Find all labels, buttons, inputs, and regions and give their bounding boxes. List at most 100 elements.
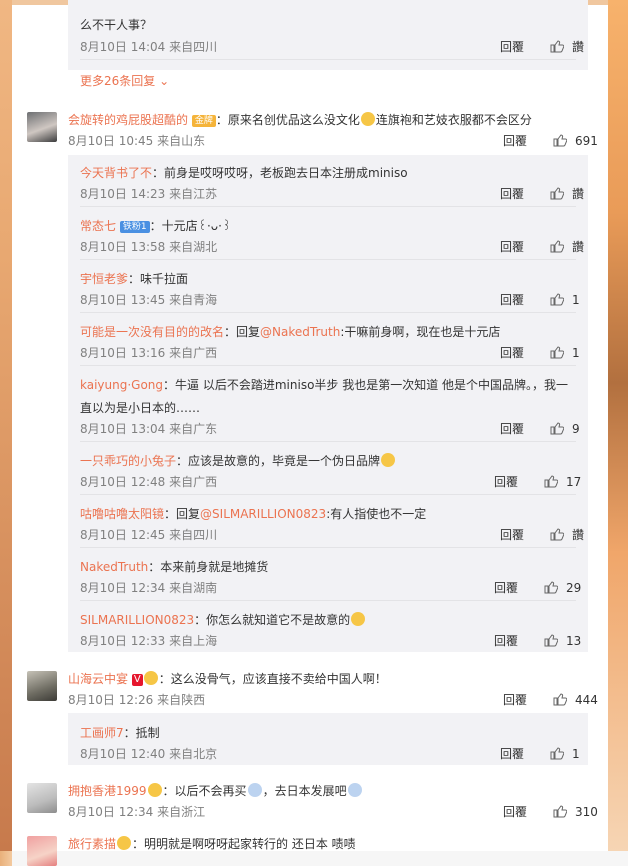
reply-item: 工画师7：抵制 [80, 724, 160, 741]
reply-actions: 回覆 29 [494, 579, 581, 596]
like-count[interactable]: 444 [575, 693, 598, 707]
reply-item: SILMARILLION0823：你怎么就知道它不是故意的 [80, 611, 366, 628]
member-icon [117, 836, 132, 850]
mention-link[interactable]: @NakedTruth [260, 325, 340, 339]
thumbs-up-icon[interactable] [553, 805, 567, 818]
like-count[interactable]: 1 [572, 293, 580, 307]
like-count[interactable]: 1 [572, 747, 580, 761]
reply-button[interactable]: 回覆 [500, 420, 544, 437]
reply-item: 宇恒老爹：味千拉面 [80, 270, 188, 287]
reply-body: ：回复 [224, 325, 261, 339]
laughing-emoji-icon [360, 112, 375, 126]
reply-button[interactable]: 回覆 [500, 745, 544, 762]
divider [80, 494, 576, 495]
reply-author[interactable]: 咕噜咕噜太阳镜 [80, 507, 164, 521]
reply-meta: 8月10日 12:48 来自广西 [80, 475, 218, 489]
thumbs-up-icon[interactable] [553, 693, 567, 706]
fan-level-badge[interactable]: 铁粉1 [119, 221, 150, 233]
reply-author[interactable]: 常态七 [80, 219, 116, 233]
like-count[interactable]: 讚 [572, 238, 584, 255]
reply-meta: 8月10日 13:16 来自广西 [80, 346, 218, 360]
reply-button[interactable]: 回覆 [500, 344, 544, 361]
reply-author[interactable]: NakedTruth [80, 560, 148, 574]
reply-body: ：牛逼 以后不会踏进miniso半步 我也是第一次知道 他是个中国品牌。，我一 [163, 378, 569, 392]
reply-meta: 8月10日 13:58 来自湖北 [80, 240, 218, 254]
avatar[interactable] [27, 836, 57, 866]
reply-actions: 回覆 1 [500, 344, 580, 361]
like-count[interactable]: 29 [566, 581, 581, 595]
thumbs-up-icon[interactable] [550, 346, 564, 359]
reply-author[interactable]: kaiyung·Gong [80, 378, 163, 392]
reply-button[interactable]: 回覆 [500, 38, 544, 55]
reply-button[interactable]: 回覆 [494, 579, 538, 596]
comment-body: ：明明就是啊呀呀起家转行的 还日本 啧啧 [132, 837, 356, 851]
comment-text-3: 拥抱香港1999 ：以后不会再买 ，去日本发展吧 [68, 782, 363, 799]
thumbs-up-icon[interactable] [544, 634, 558, 647]
comment-author[interactable]: 旅行素描 [68, 837, 116, 851]
like-count[interactable]: 17 [566, 475, 581, 489]
reply-item: NakedTruth：本来前身就是地摊货 [80, 558, 268, 575]
thumbs-up-icon[interactable] [550, 422, 564, 435]
thumbs-up-icon[interactable] [544, 475, 558, 488]
like-count[interactable]: 讚 [572, 526, 584, 543]
comment-body: ：原来名创优品这么没文化 [215, 113, 360, 127]
divider [80, 259, 576, 260]
reply-button[interactable]: 回覆 [500, 526, 544, 543]
fan-badge[interactable]: 金牌 [191, 115, 216, 127]
thumbs-up-icon[interactable] [550, 40, 564, 53]
reply-meta: 8月10日 12:34 来自湖南 [80, 581, 218, 595]
thumbs-up-icon[interactable] [550, 240, 564, 253]
thumbs-up-icon[interactable] [553, 134, 567, 147]
comment-meta: 8月10日 10:45 来自山东 [68, 134, 206, 148]
reply-body: ：应该是故意的，毕竟是一个伪日品牌 [176, 454, 381, 468]
thumbs-up-icon[interactable] [550, 528, 564, 541]
page-background-left [0, 0, 12, 851]
reply-meta: 8月10日 14:04 来自四川 [80, 40, 218, 54]
verified-badge[interactable]: V [131, 674, 143, 686]
thumbs-up-icon[interactable] [544, 581, 558, 594]
avatar[interactable] [27, 112, 57, 142]
reply-author[interactable]: 可能是一次没有目的的改名 [80, 325, 224, 339]
avatar[interactable] [27, 783, 57, 813]
comment-text-1: 会旋转的鸡屁股超酷的 金牌 ：原来名创优品这么没文化 连旗袍和艺妓衣服都不会区分 [68, 111, 532, 128]
reply-body: ：十元店꒰·ᴗ·꒱ [149, 219, 232, 233]
reply-button[interactable]: 回覆 [503, 691, 547, 708]
comment-author[interactable]: 会旋转的鸡屁股超酷的 [68, 113, 188, 127]
like-count[interactable]: 310 [575, 805, 598, 819]
reply-button[interactable]: 回覆 [494, 473, 538, 490]
reply-author[interactable]: 今天背书了不 [80, 166, 152, 180]
reply-meta: 8月10日 12:33 来自上海 [80, 634, 218, 648]
reply-button[interactable]: 回覆 [500, 185, 544, 202]
reply-author[interactable]: SILMARILLION0823 [80, 613, 194, 627]
like-count[interactable]: 9 [572, 422, 580, 436]
reply-button[interactable]: 回覆 [503, 803, 547, 820]
like-count[interactable]: 讚 [572, 38, 584, 55]
comment-actions: 回覆 691 [503, 132, 598, 149]
reply-meta: 8月10日 14:23 来自江苏 [80, 187, 218, 201]
reply-button[interactable]: 回覆 [494, 632, 538, 649]
comment-actions: 回覆 310 [503, 803, 598, 820]
thumbs-up-icon[interactable] [550, 293, 564, 306]
comment-author[interactable]: 山海云中宴 [68, 672, 128, 686]
reply-button[interactable]: 回覆 [503, 132, 547, 149]
like-count[interactable]: 13 [566, 634, 581, 648]
reply-author[interactable]: 宇恒老爹 [80, 272, 128, 286]
mention-link[interactable]: @SILMARILLION0823 [200, 507, 326, 521]
more-replies-link[interactable]: 更多26条回复 ⌄ [80, 72, 169, 89]
thumbs-up-icon[interactable] [550, 187, 564, 200]
thumbs-up-icon[interactable] [550, 747, 564, 760]
comment-author[interactable]: 拥抱香港1999 [68, 784, 147, 798]
reply-button[interactable]: 回覆 [500, 291, 544, 308]
reply-button[interactable]: 回覆 [500, 238, 544, 255]
like-count[interactable]: 1 [572, 346, 580, 360]
comment-meta: 8月10日 12:26 来自陕西 [68, 693, 206, 707]
reply-meta: 8月10日 13:04 来自广东 [80, 422, 218, 436]
like-count[interactable]: 讚 [572, 185, 584, 202]
reply-item: 一只乖巧的小兔子：应该是故意的，毕竟是一个伪日品牌 [80, 452, 396, 469]
avatar[interactable] [27, 671, 57, 701]
reply-author[interactable]: 工画师7 [80, 726, 124, 740]
reply-meta: 8月10日 13:45 来自青海 [80, 293, 218, 307]
like-count[interactable]: 691 [575, 134, 598, 148]
reply-author[interactable]: 一只乖巧的小兔子 [80, 454, 176, 468]
reply-actions: 回覆 9 [500, 420, 580, 437]
